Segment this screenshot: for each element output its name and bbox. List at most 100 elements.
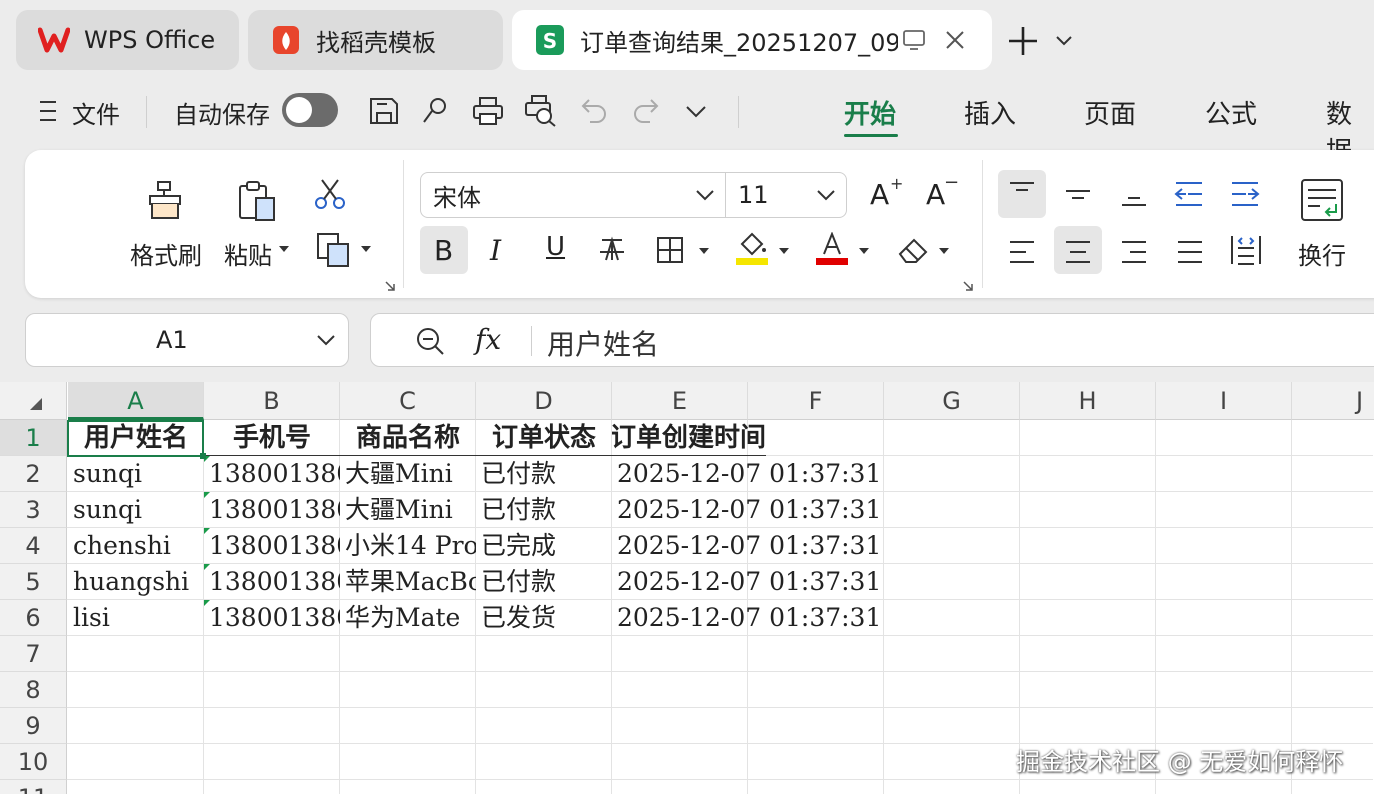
justify-icon[interactable]: [1176, 238, 1204, 266]
tab-wps-office[interactable]: WPS Office: [16, 10, 239, 70]
column-header-f[interactable]: F: [748, 382, 884, 420]
zoom-formula-icon[interactable]: [415, 326, 445, 356]
header-cell[interactable]: 订单创建时间: [612, 420, 766, 456]
table-cell[interactable]: sunqi: [68, 492, 204, 528]
table-cell[interactable]: 已付款: [476, 456, 612, 492]
print-preview-icon[interactable]: [524, 94, 558, 128]
table-cell[interactable]: 2025-12-07 01:37:31: [612, 600, 881, 636]
dialog-launcher-icon[interactable]: [962, 280, 974, 292]
format-painter-label[interactable]: 格式刷: [130, 236, 202, 271]
ribbon-tab-page[interactable]: 页面: [1084, 94, 1136, 131]
border-icon[interactable]: [656, 236, 684, 264]
font-size-select[interactable]: 11: [725, 172, 847, 218]
table-cell[interactable]: 2025-12-07 01:37:31: [612, 492, 881, 528]
table-cell[interactable]: 华为Mate: [340, 600, 476, 636]
fill-handle[interactable]: [200, 453, 206, 459]
table-cell[interactable]: 2025-12-07 01:37:31: [612, 456, 881, 492]
table-cell[interactable]: 13800138000: [204, 528, 340, 564]
align-center-icon[interactable]: [1064, 238, 1092, 266]
border-dropdown-icon[interactable]: [698, 246, 710, 256]
column-header-h[interactable]: H: [1020, 382, 1156, 420]
select-all-corner[interactable]: [0, 382, 67, 420]
paste-label[interactable]: 粘贴: [224, 236, 272, 271]
format-painter-icon[interactable]: [144, 180, 186, 222]
clear-dropdown-icon[interactable]: [938, 246, 950, 256]
row-header-10[interactable]: 10: [0, 744, 67, 780]
row-header-5[interactable]: 5: [0, 564, 67, 600]
chevron-down-icon[interactable]: [316, 332, 336, 348]
row-header-9[interactable]: 9: [0, 708, 67, 744]
column-header-c[interactable]: C: [340, 382, 476, 420]
table-cell[interactable]: 大疆Mini: [340, 492, 476, 528]
column-header-g[interactable]: G: [884, 382, 1020, 420]
paste-icon[interactable]: [236, 180, 278, 222]
monitor-icon[interactable]: [902, 28, 926, 52]
copy-dropdown-icon[interactable]: [360, 244, 372, 254]
column-header-a[interactable]: A: [68, 382, 204, 420]
table-cell[interactable]: sunqi: [68, 456, 204, 492]
table-cell[interactable]: 已完成: [476, 528, 612, 564]
hamburger-icon[interactable]: [38, 99, 58, 123]
header-cell[interactable]: 手机号: [204, 420, 340, 456]
save-icon[interactable]: [368, 96, 400, 126]
file-menu[interactable]: 文件: [72, 95, 120, 130]
table-cell[interactable]: lisi: [68, 600, 204, 636]
copy-icon[interactable]: [316, 232, 352, 268]
wrap-text-icon[interactable]: [1300, 178, 1344, 222]
row-header-7[interactable]: 7: [0, 636, 67, 672]
ribbon-tab-insert[interactable]: 插入: [964, 94, 1016, 131]
chevron-down-icon[interactable]: [1054, 30, 1074, 50]
row-header-1[interactable]: 1: [0, 420, 67, 456]
increase-indent-icon[interactable]: [1230, 180, 1260, 208]
ribbon-tab-home[interactable]: 开始: [844, 94, 896, 131]
fill-color-dropdown-icon[interactable]: [778, 246, 790, 256]
close-icon[interactable]: [944, 29, 966, 51]
share-icon[interactable]: [420, 96, 450, 126]
table-cell[interactable]: 大疆Mini: [340, 456, 476, 492]
paste-dropdown-icon[interactable]: [278, 244, 290, 254]
table-cell[interactable]: 2025-12-07 01:37:31: [612, 564, 881, 600]
autosave-toggle[interactable]: [282, 93, 338, 127]
column-header-e[interactable]: E: [612, 382, 748, 420]
header-cell[interactable]: 商品名称: [340, 420, 476, 456]
italic-button[interactable]: I: [490, 234, 501, 267]
column-header-i[interactable]: I: [1156, 382, 1292, 420]
header-cell[interactable]: 订单状态: [476, 420, 612, 456]
name-box[interactable]: A1: [25, 313, 349, 367]
align-bottom-icon[interactable]: [1120, 180, 1148, 208]
table-cell[interactable]: 13800138000: [204, 564, 340, 600]
undo-icon[interactable]: [580, 96, 608, 124]
tab-docer-templates[interactable]: 找稻壳模板: [248, 10, 503, 70]
row-header-4[interactable]: 4: [0, 528, 67, 564]
distributed-align-icon[interactable]: [1230, 234, 1262, 266]
eraser-icon[interactable]: [896, 236, 930, 264]
font-color-icon[interactable]: [816, 232, 848, 266]
row-header-6[interactable]: 6: [0, 600, 67, 636]
table-cell[interactable]: 13800138000: [204, 600, 340, 636]
new-tab-icon[interactable]: [1006, 24, 1040, 58]
row-header-8[interactable]: 8: [0, 672, 67, 708]
row-header-11[interactable]: 11: [0, 780, 67, 794]
formula-content[interactable]: 用户姓名: [547, 323, 659, 363]
spreadsheet-grid[interactable]: ABCDEFGHIJ1234567891011用户姓名手机号商品名称订单状态订单…: [0, 382, 1374, 794]
column-header-b[interactable]: B: [204, 382, 340, 420]
bold-button[interactable]: B: [434, 234, 453, 267]
font-name-select[interactable]: 宋体: [420, 172, 726, 218]
more-chevron-icon[interactable]: [684, 100, 708, 122]
table-cell[interactable]: huangshi: [68, 564, 204, 600]
column-header-j[interactable]: J: [1292, 382, 1374, 420]
table-cell[interactable]: 小米14 Pro: [340, 528, 476, 564]
redo-icon[interactable]: [632, 96, 660, 124]
table-cell[interactable]: 2025-12-07 01:37:31: [612, 528, 881, 564]
table-cell[interactable]: 已付款: [476, 564, 612, 600]
fill-color-icon[interactable]: [736, 232, 768, 266]
column-header-d[interactable]: D: [476, 382, 612, 420]
align-middle-icon[interactable]: [1064, 180, 1092, 208]
align-left-icon[interactable]: [1008, 238, 1036, 266]
table-cell[interactable]: 已付款: [476, 492, 612, 528]
cut-icon[interactable]: [312, 178, 348, 210]
dialog-launcher-icon[interactable]: [384, 280, 396, 292]
row-header-2[interactable]: 2: [0, 456, 67, 492]
align-top-icon[interactable]: [1008, 180, 1036, 208]
ribbon-tab-formula[interactable]: 公式: [1205, 94, 1257, 131]
